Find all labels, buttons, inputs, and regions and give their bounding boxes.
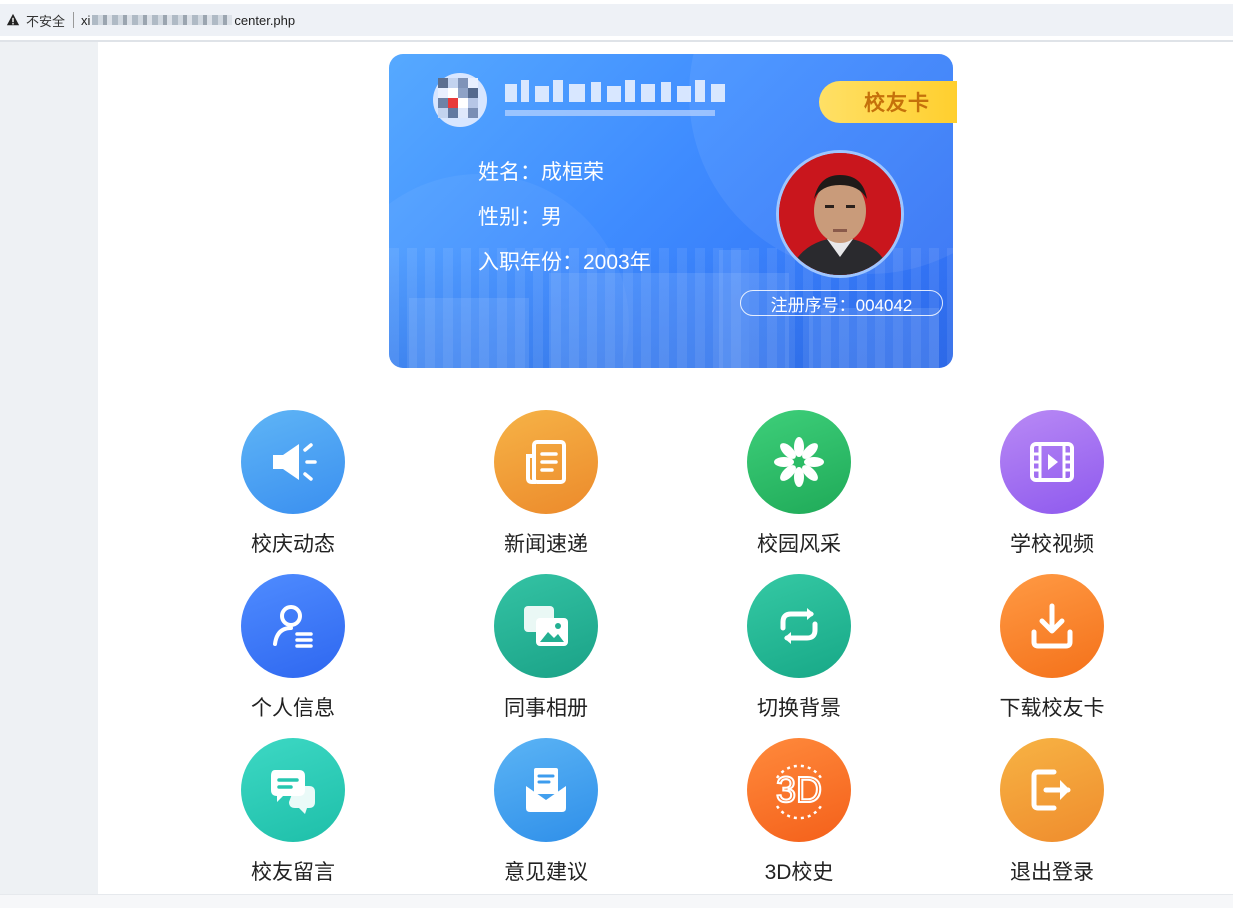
menu-item-label: 意见建议 bbox=[504, 861, 588, 884]
mail-icon bbox=[526, 768, 566, 812]
3d-icon: 3D bbox=[775, 764, 823, 820]
menu-item[interactable]: 学校视频 bbox=[982, 410, 1122, 560]
menu-item-label: 校园风采 bbox=[757, 533, 841, 556]
svg-text:3D: 3D bbox=[776, 769, 822, 810]
switch-button[interactable] bbox=[747, 574, 851, 678]
registration-number: 注册序号：004042 bbox=[740, 290, 943, 316]
menu-item[interactable]: 校友留言 bbox=[223, 738, 363, 888]
flower-icon bbox=[774, 437, 824, 487]
alumni-card-badge: 校友卡 bbox=[819, 81, 957, 123]
warning-icon bbox=[6, 13, 20, 26]
video-icon bbox=[1030, 442, 1074, 482]
menu-item-label: 3D校史 bbox=[764, 861, 834, 884]
menu-item-label: 切换背景 bbox=[757, 697, 841, 720]
menu-item[interactable]: 退出登录 bbox=[982, 738, 1122, 888]
avatar bbox=[776, 150, 904, 278]
album-button[interactable] bbox=[494, 574, 598, 678]
menu-item[interactable]: 切换背景 bbox=[729, 574, 869, 724]
mail-button[interactable] bbox=[494, 738, 598, 842]
left-margin bbox=[0, 42, 98, 908]
menu-item[interactable]: 意见建议 bbox=[476, 738, 616, 888]
separator bbox=[73, 12, 75, 28]
megaphone-button[interactable] bbox=[241, 410, 345, 514]
menu-item[interactable]: 同事相册 bbox=[476, 574, 616, 724]
menu-item-label: 学校视频 bbox=[1010, 533, 1094, 556]
menu-item-label: 同事相册 bbox=[504, 697, 588, 720]
url-field[interactable]: 不安全 xi center.php bbox=[0, 4, 1233, 36]
url-text-suffix: center.php bbox=[234, 12, 296, 28]
browser-address-bar: 不安全 xi center.php bbox=[0, 0, 1233, 40]
megaphone-icon bbox=[273, 443, 317, 481]
menu-item[interactable]: 个人信息 bbox=[223, 574, 363, 724]
menu-item-label: 下载校友卡 bbox=[999, 697, 1105, 720]
download-button[interactable] bbox=[1000, 574, 1104, 678]
video-button[interactable] bbox=[1000, 410, 1104, 514]
school-name-logo bbox=[505, 80, 725, 116]
menu-item[interactable]: 下载校友卡 bbox=[982, 574, 1122, 724]
logout-icon bbox=[1031, 769, 1071, 811]
name-field: 姓名：成桓荣 bbox=[478, 161, 604, 184]
menu-item[interactable]: 3D 3D校史 bbox=[729, 738, 869, 888]
menu-item-label: 个人信息 bbox=[251, 697, 335, 720]
3d-button[interactable]: 3D bbox=[747, 738, 851, 842]
user-icon bbox=[273, 605, 313, 648]
switch-icon bbox=[780, 608, 818, 644]
bottom-margin bbox=[0, 894, 1233, 908]
menu-item[interactable]: 校园风采 bbox=[729, 410, 869, 560]
news-button[interactable] bbox=[494, 410, 598, 514]
album-icon bbox=[524, 606, 568, 646]
chat-button[interactable] bbox=[241, 738, 345, 842]
chat-icon bbox=[271, 770, 315, 814]
flower-button[interactable] bbox=[747, 410, 851, 514]
url-text-prefix: xi bbox=[81, 12, 91, 28]
menu-item-label: 校友留言 bbox=[251, 861, 335, 884]
security-status[interactable]: 不安全 bbox=[26, 11, 65, 30]
news-icon bbox=[526, 440, 566, 484]
user-button[interactable] bbox=[241, 574, 345, 678]
menu-item-label: 校庆动态 bbox=[251, 533, 335, 556]
menu-item-label: 退出登录 bbox=[1010, 861, 1094, 884]
menu-item-label: 新闻速递 bbox=[504, 533, 588, 556]
menu-item[interactable]: 校庆动态 bbox=[223, 410, 363, 560]
url-obscured bbox=[92, 15, 233, 25]
download-icon bbox=[1031, 603, 1073, 649]
menu-item[interactable]: 新闻速递 bbox=[476, 410, 616, 560]
hire-year-field: 入职年份：2003年 bbox=[478, 251, 651, 274]
logout-button[interactable] bbox=[1000, 738, 1104, 842]
school-logo bbox=[433, 73, 487, 127]
gender-field: 性别：男 bbox=[478, 206, 562, 229]
